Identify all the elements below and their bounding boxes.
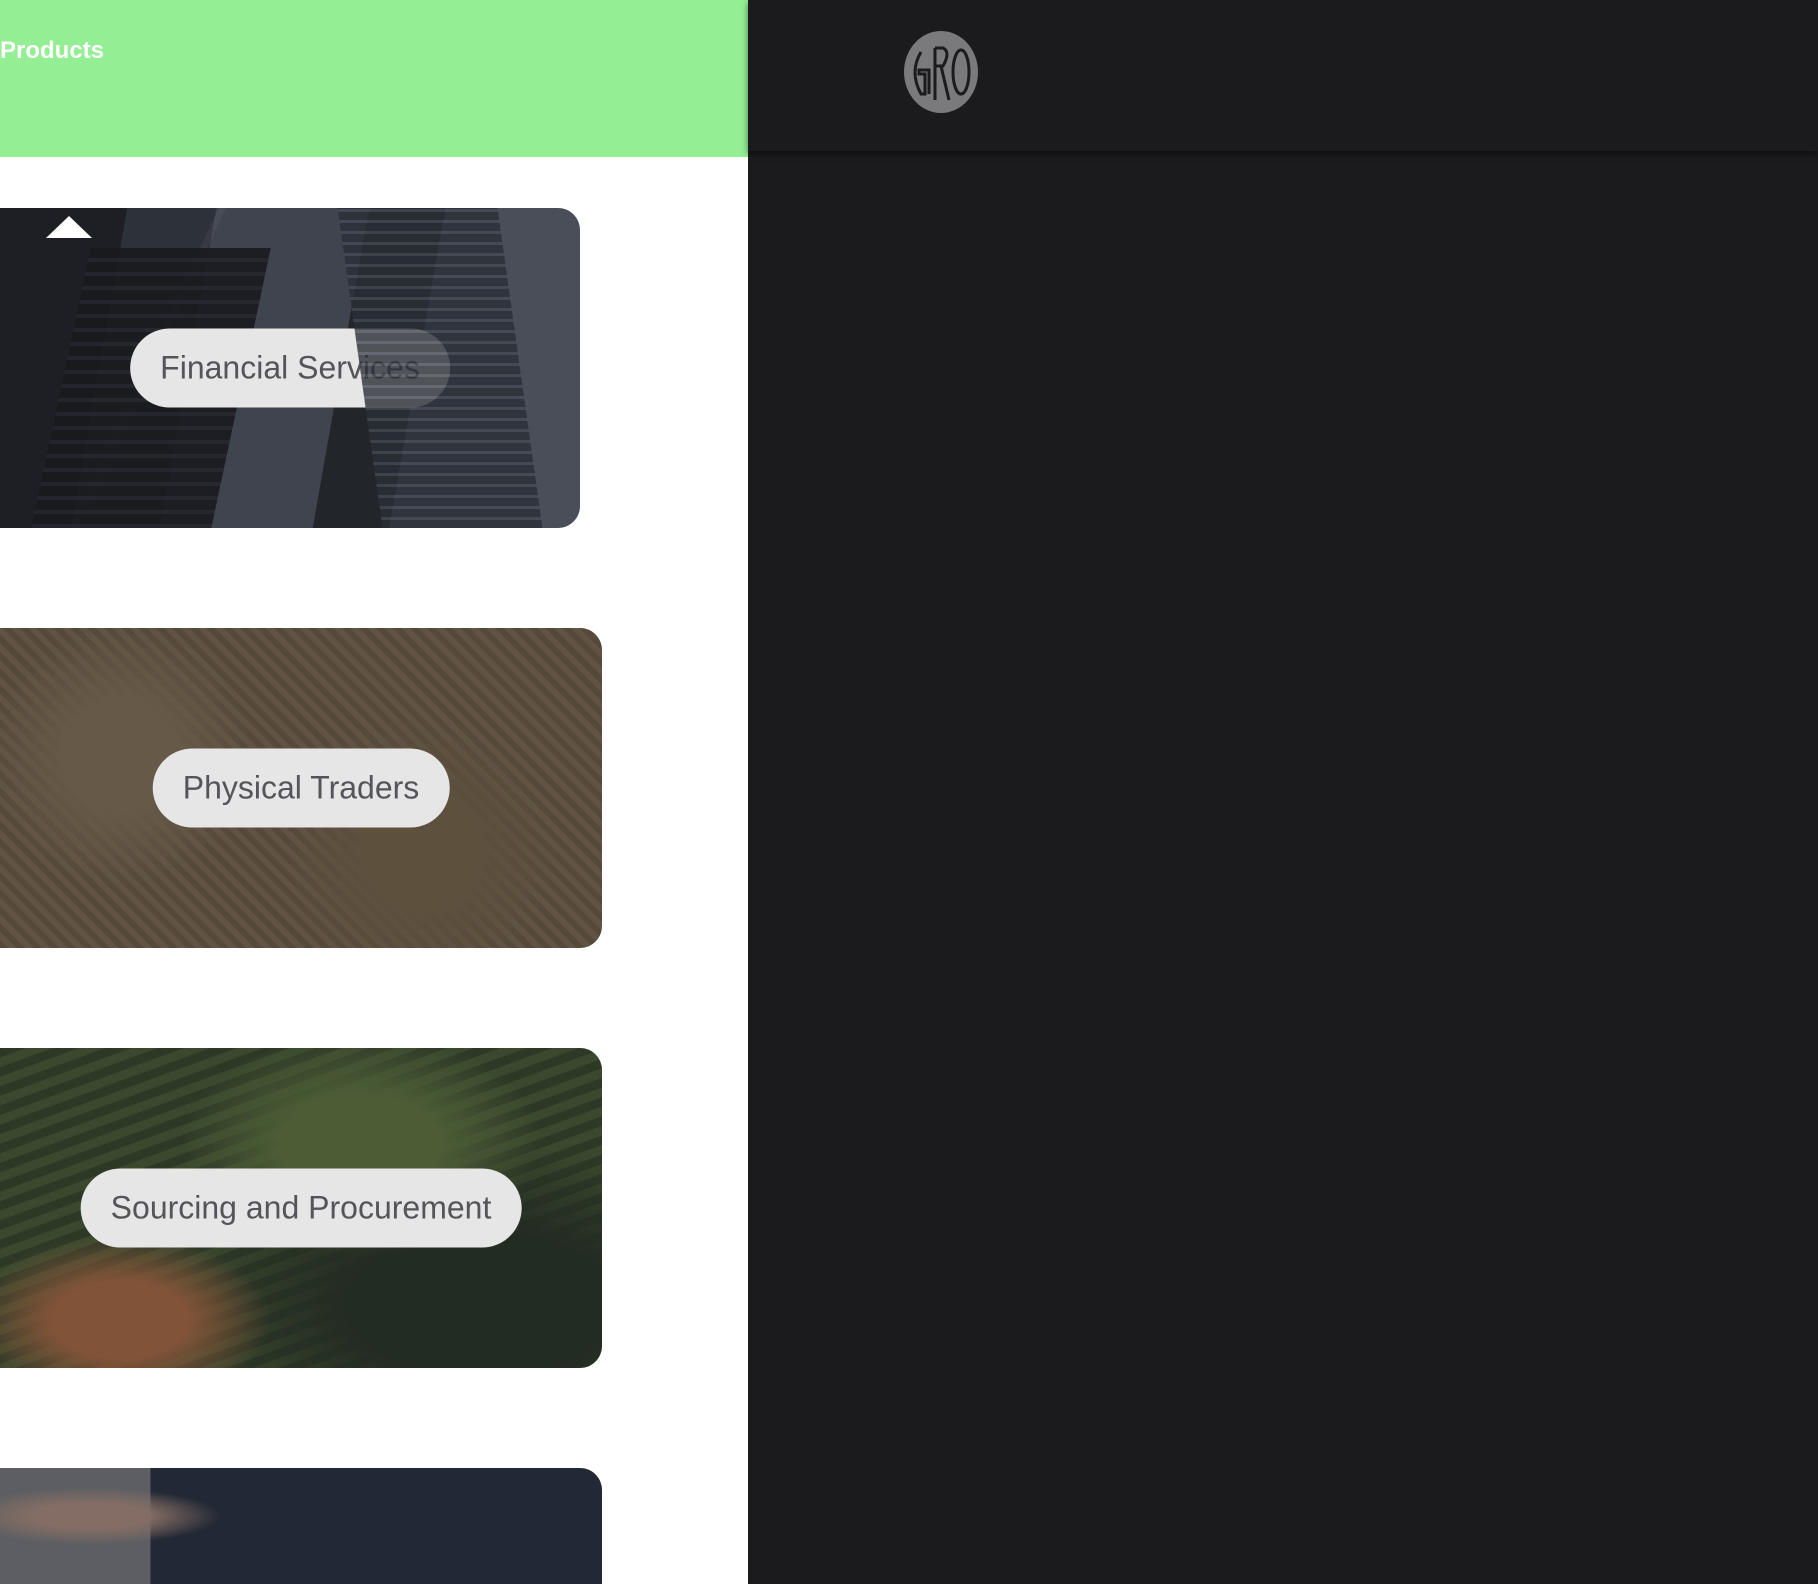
card-label: Physical Traders	[152, 748, 450, 828]
card-financial-services[interactable]: Financial Services	[0, 208, 580, 528]
card-label: Sourcing and Procurement	[80, 1168, 522, 1248]
chevron-up-icon[interactable]	[46, 216, 92, 238]
panel-title: Products	[0, 37, 105, 64]
products-menu-panel: Products Financial Services Physical Tra…	[0, 0, 748, 1584]
card-physical-traders[interactable]: Physical Traders	[0, 628, 602, 948]
gro-logo-icon[interactable]	[903, 30, 979, 114]
panel-header: Products	[0, 0, 748, 157]
card-sourcing-procurement[interactable]: Sourcing and Procurement	[0, 1048, 602, 1368]
card-image-overlay	[0, 1468, 602, 1584]
card-partial[interactable]	[0, 1468, 602, 1584]
card-label: Financial Services	[130, 328, 450, 408]
